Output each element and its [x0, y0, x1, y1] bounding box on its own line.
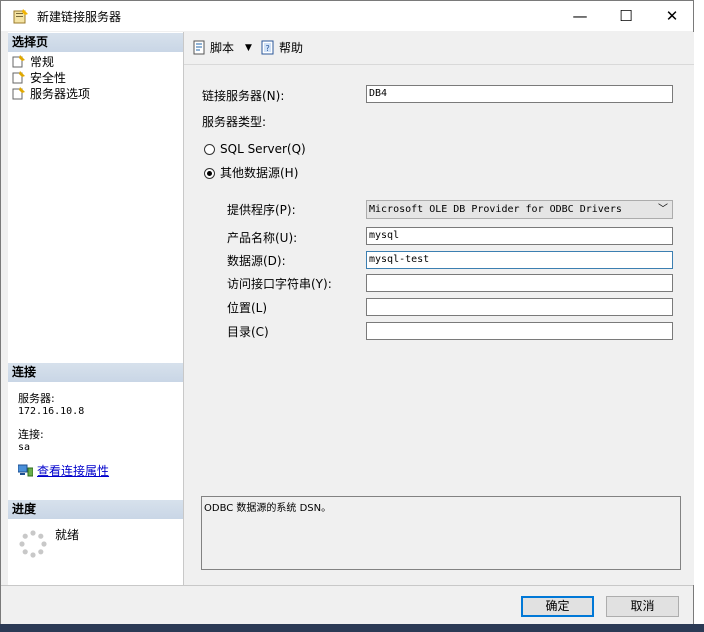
connection-value: sa [18, 442, 31, 453]
radio-sql-server-label: SQL Server(Q) [220, 142, 306, 156]
nav-item-label: 常规 [30, 55, 55, 69]
connection-header: 连接 [8, 363, 183, 382]
page-icon [12, 55, 25, 68]
product-name-label: 产品名称(U): [227, 231, 298, 245]
description-box: ODBC 数据源的系统 DSN。 [201, 496, 681, 570]
sidebar: 选择页 常规 安全性 服务器选项 连接 服务器: 172.16.10.8 连接:… [8, 32, 184, 585]
provider-string-label: 访问接口字符串(Y): [227, 277, 332, 291]
script-dropdown-arrow-icon[interactable]: ▼ [245, 40, 252, 56]
provider-label: 提供程序(P): [227, 203, 296, 217]
help-button[interactable]: ? 帮助 [261, 40, 303, 56]
data-source-input[interactable]: mysql-test [366, 251, 673, 269]
server-value: 172.16.10.8 [18, 406, 85, 417]
radio-sql-server[interactable]: SQL Server(Q) [204, 141, 306, 157]
nav-item-server-options[interactable]: 服务器选项 [12, 86, 90, 102]
script-button[interactable]: 脚本 [192, 40, 234, 56]
chevron-down-icon[interactable]: ﹀ [658, 201, 668, 218]
radio-other-data-source-dot[interactable] [204, 168, 215, 179]
pages-header: 选择页 [8, 33, 183, 52]
dialog-title: 新建链接服务器 [37, 10, 122, 24]
maximize-button[interactable]: ☐ [603, 1, 649, 31]
location-label: 位置(L) [227, 301, 268, 315]
minimize-button[interactable]: — [557, 1, 603, 31]
nav-item-label: 服务器选项 [30, 87, 91, 101]
linked-server-label: 链接服务器(N): [202, 89, 285, 103]
provider-dropdown[interactable]: Microsoft OLE DB Provider for ODBC Drive… [366, 200, 673, 219]
provider-string-input[interactable] [366, 274, 673, 292]
radio-sql-server-dot[interactable] [204, 144, 215, 155]
cancel-button[interactable]: 取消 [606, 596, 679, 617]
background-window-strip [694, 0, 704, 632]
page-icon [12, 87, 25, 100]
view-connection-properties-link[interactable]: 查看连接属性 [37, 464, 109, 478]
script-label: 脚本 [210, 41, 235, 55]
server-label: 服务器: [18, 392, 55, 405]
script-icon [193, 40, 205, 55]
product-name-input[interactable]: mysql [366, 227, 673, 245]
dialog-app-icon [13, 9, 28, 24]
progress-status: 就绪 [55, 528, 80, 542]
nav-item-security[interactable]: 安全性 [12, 70, 66, 86]
toolbar: 脚本 ▼ ? 帮助 [184, 32, 694, 64]
new-linked-server-dialog: 新建链接服务器 — ☐ ✕ 选择页 常规 安全性 服务器选项 连接 服务器: 1… [0, 0, 694, 624]
radio-other-data-source[interactable]: 其他数据源(H) [204, 165, 298, 181]
connection-properties-icon [17, 464, 34, 477]
view-connection-properties[interactable]: 查看连接属性 [17, 462, 109, 479]
ok-button[interactable]: 确定 [521, 596, 594, 617]
toolbar-divider [184, 64, 694, 65]
dialog-footer: 确定 取消 [1, 585, 693, 624]
page-icon [12, 71, 25, 84]
progress-header: 进度 [8, 500, 183, 519]
server-info: 服务器: 172.16.10.8 [18, 392, 84, 418]
connection-label: 连接: [18, 428, 44, 441]
location-input[interactable] [366, 298, 673, 316]
linked-server-input[interactable]: DB4 [366, 85, 673, 103]
nav-item-general[interactable]: 常规 [12, 54, 54, 70]
svg-text:?: ? [266, 44, 270, 53]
catalog-input[interactable] [366, 322, 673, 340]
data-source-label: 数据源(D): [227, 254, 286, 268]
radio-other-data-source-label: 其他数据源(H) [220, 166, 299, 180]
close-button[interactable]: ✕ [649, 1, 695, 31]
catalog-label: 目录(C) [227, 325, 269, 339]
titlebar: 新建链接服务器 — ☐ ✕ [1, 1, 693, 31]
main-panel: 脚本 ▼ ? 帮助 链接服务器(N): DB4 服务器类型: SQL Server… [184, 32, 694, 585]
help-icon: ? [261, 40, 274, 55]
server-type-label: 服务器类型: [202, 115, 267, 129]
help-label: 帮助 [279, 41, 304, 55]
progress-spinner-icon [19, 530, 47, 558]
nav-item-label: 安全性 [30, 71, 67, 85]
provider-value: Microsoft OLE DB Provider for ODBC Drive… [369, 204, 622, 215]
connection-info: 连接: sa [18, 428, 44, 454]
taskbar-strip [0, 624, 704, 632]
